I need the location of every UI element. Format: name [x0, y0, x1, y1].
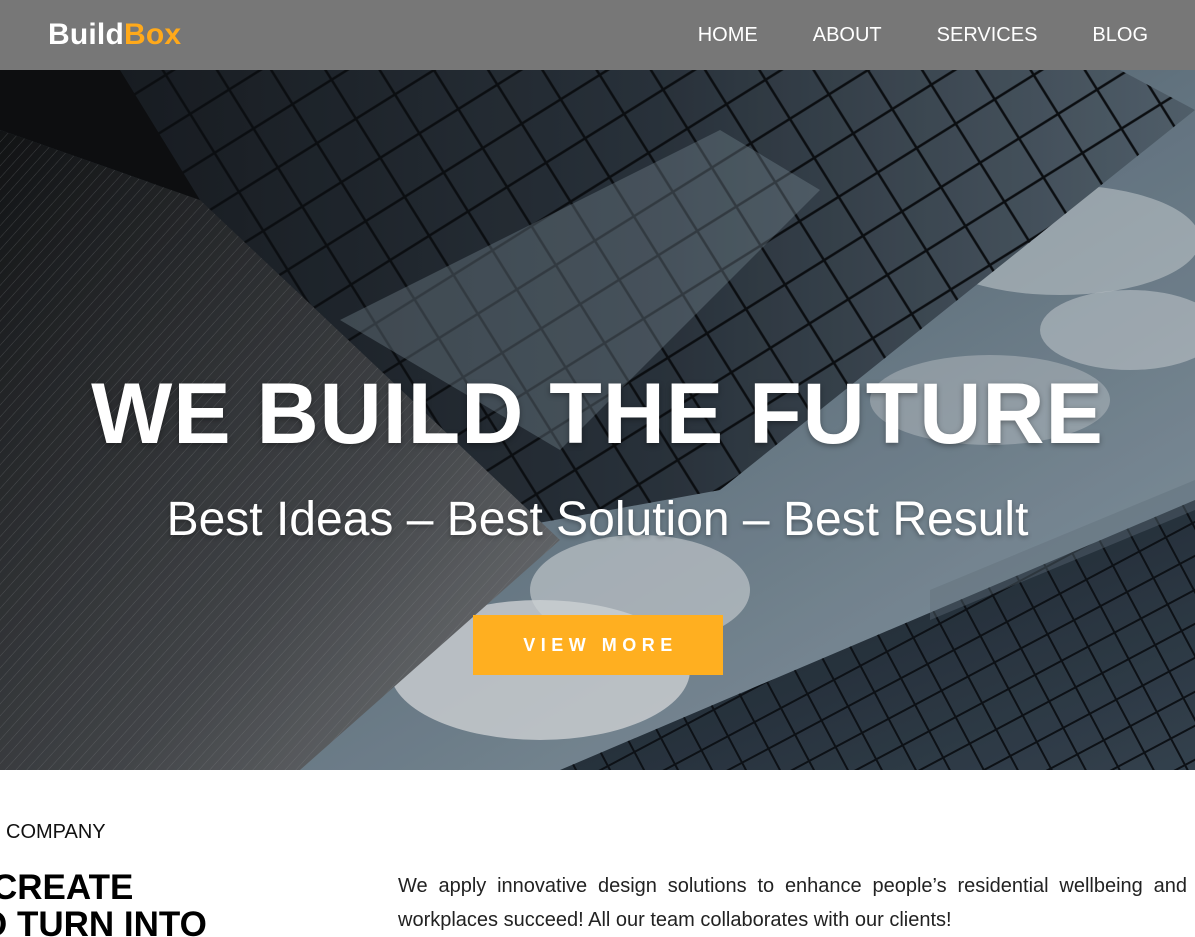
- about-heading: CREATE O TURN INTO: [0, 869, 207, 937]
- nav-home-link[interactable]: HOME: [698, 23, 758, 47]
- hero-title: WE BUILD THE FUTURE: [91, 366, 1104, 462]
- brand-logo-part2: Box: [124, 18, 182, 51]
- view-more-button[interactable]: VIEW MORE: [473, 615, 723, 675]
- nav-blog-link[interactable]: BLOG: [1092, 23, 1148, 47]
- nav-about-link[interactable]: ABOUT: [813, 23, 882, 47]
- about-eyebrow: COMPANY: [6, 821, 106, 843]
- brand-logo[interactable]: BuildBox: [48, 17, 181, 53]
- about-heading-line2: O TURN INTO: [0, 905, 207, 937]
- brand-logo-part1: Build: [48, 18, 124, 51]
- hero-section: WE BUILD THE FUTURE Best Ideas – Best So…: [0, 70, 1195, 770]
- about-heading-line1: CREATE: [0, 868, 134, 907]
- hero-subtitle: Best Ideas – Best Solution – Best Result: [166, 493, 1029, 546]
- nav-services-link[interactable]: SERVICES: [937, 23, 1038, 47]
- top-navbar: BuildBox HOME ABOUT SERVICES BLOG: [0, 0, 1195, 70]
- main-nav: HOME ABOUT SERVICES BLOG: [643, 23, 1148, 47]
- about-section: COMPANY CREATE O TURN INTO We apply inno…: [0, 770, 1195, 937]
- about-description: We apply innovative design solutions to …: [398, 875, 1187, 931]
